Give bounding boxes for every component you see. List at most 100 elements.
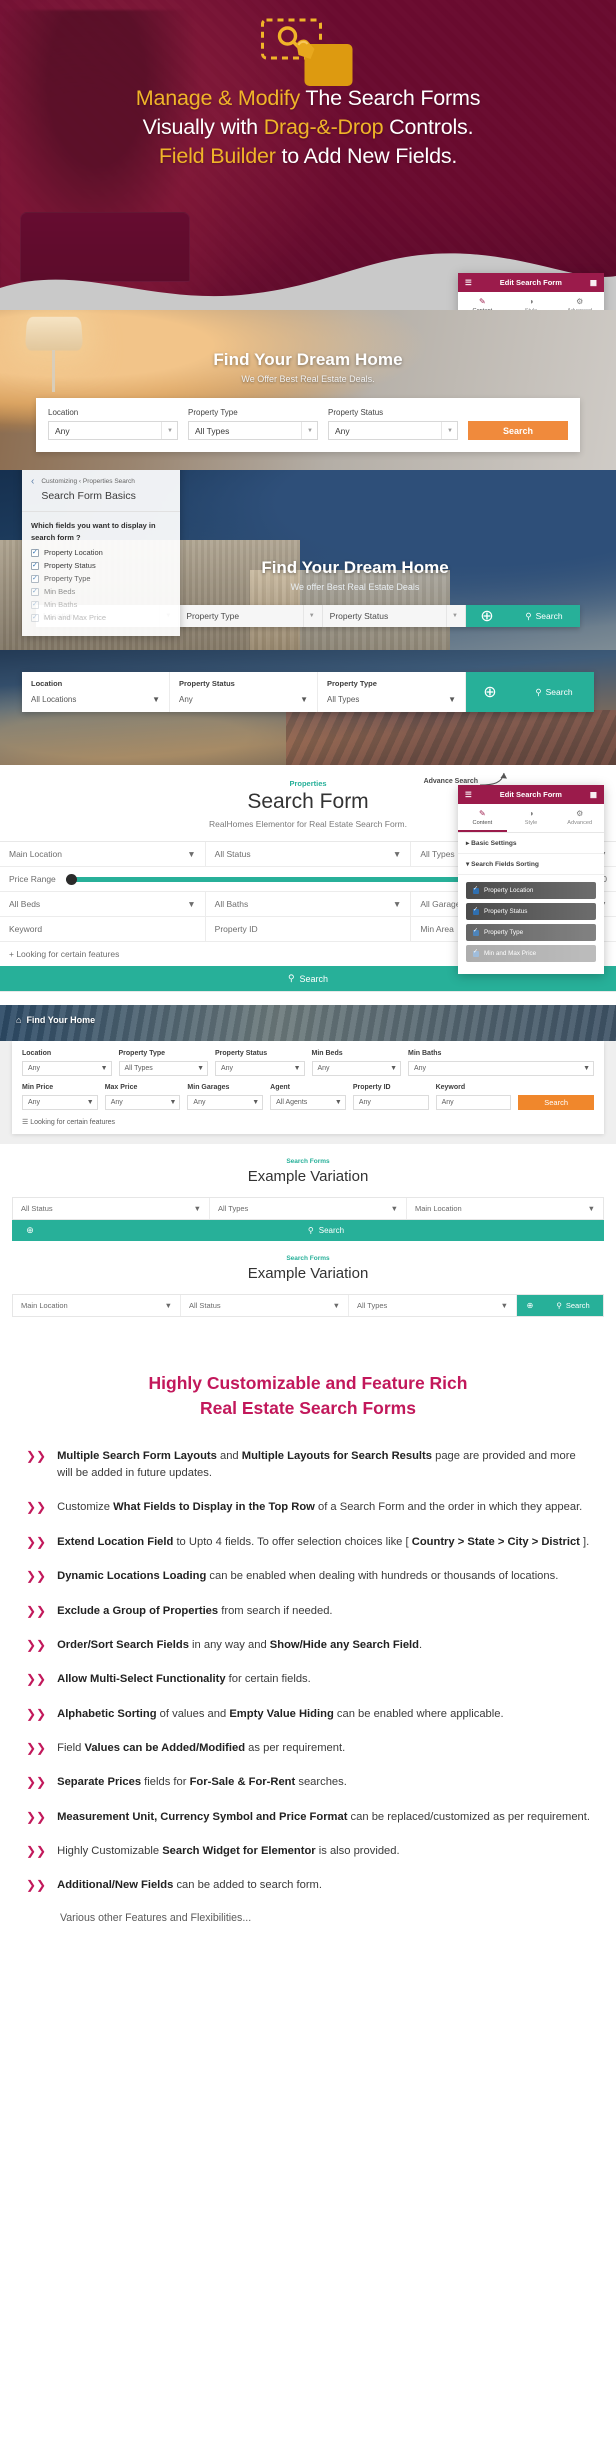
field-all-baths[interactable]: All Baths ▼: [206, 892, 412, 916]
sort-item-property-type[interactable]: Property Type: [466, 924, 596, 941]
ex1-field-all-status[interactable]: All Status ▼: [13, 1198, 210, 1219]
fyh-field-property-type[interactable]: Property Type All Types ▼: [118, 1050, 208, 1076]
field-property-status-select[interactable]: Any ▼: [328, 421, 458, 440]
fyh-field-property-type-select[interactable]: All Types ▼: [118, 1061, 208, 1076]
fyh-field-property-id-input[interactable]: Any: [352, 1095, 429, 1110]
fyh-field-min-garages[interactable]: Min Garages Any ▼: [187, 1084, 264, 1110]
sort-item-min-max-price[interactable]: Min and Max Price: [466, 945, 596, 962]
field-main-location[interactable]: Main Location ▼: [0, 842, 206, 866]
field-keyword[interactable]: Keyword: [0, 917, 206, 941]
fyh-field-max-price-select[interactable]: Any ▼: [104, 1095, 181, 1110]
tab-advanced-2[interactable]: ⚙ Advanced: [555, 804, 604, 832]
search-button-5[interactable]: Search: [518, 1095, 594, 1110]
elementor-panel-hero[interactable]: ☰ Edit Search Form ▦ ✎Content ◑Style ⚙Ad…: [458, 273, 604, 310]
fyh-field-location[interactable]: Location Any ▼: [22, 1050, 112, 1076]
ex1-field-main-location[interactable]: Main Location ▼: [407, 1198, 603, 1219]
search-button-7[interactable]: ⚲ Search: [543, 1295, 603, 1316]
fyh-field-keyword[interactable]: Keyword Any: [435, 1084, 512, 1110]
field-all-status[interactable]: All Status ▼: [206, 842, 412, 866]
field-property-status-2[interactable]: Property Status ▼: [323, 605, 466, 627]
fyh-field-min-baths[interactable]: Min Baths Any ▼: [408, 1050, 594, 1076]
grid-icon[interactable]: ▦: [590, 790, 597, 799]
search-plus-icon[interactable]: ⊕: [466, 672, 514, 712]
fyh-field-min-baths-select[interactable]: Any ▼: [408, 1061, 594, 1076]
fyh-features-toggle[interactable]: ☰ Looking for certain features: [22, 1118, 594, 1126]
field-property-status-3-select[interactable]: Any ▼: [179, 695, 308, 704]
checkbox-icon[interactable]: [31, 613, 39, 622]
search-button-2[interactable]: ⚲ Search: [507, 605, 580, 627]
checkbox-icon[interactable]: [473, 948, 479, 957]
field-property-type-2[interactable]: Property Type ▼: [179, 605, 323, 627]
search-plus-icon[interactable]: ⊕: [12, 1220, 48, 1241]
search-plus-icon[interactable]: ⊕: [465, 605, 508, 627]
fyh-field-min-price-select[interactable]: Any ▼: [22, 1095, 98, 1110]
tab-advanced[interactable]: ⚙Advanced: [555, 292, 604, 310]
hamburger-icon[interactable]: ☰: [465, 790, 472, 799]
wp-customizer-panel[interactable]: ✖ Published ‹ Customizing ‹ Properties S…: [22, 470, 180, 637]
teal-search-form[interactable]: Location All Locations ▼ Property Status …: [22, 672, 594, 712]
customizer-option-property-type[interactable]: Property Type: [31, 574, 171, 583]
checkbox-icon[interactable]: [31, 587, 39, 596]
fyh-field-location-select[interactable]: Any ▼: [22, 1061, 112, 1076]
example-1-fields[interactable]: All Status ▼ All Types ▼ Main Location ▼: [12, 1197, 604, 1220]
tab-content-2[interactable]: ✎ Content: [458, 804, 507, 832]
customizer-option-property-location[interactable]: Property Location: [31, 548, 171, 557]
fyh-field-max-price[interactable]: Max Price Any ▼: [104, 1084, 181, 1110]
customizer-option-min-baths[interactable]: Min Baths: [31, 600, 171, 609]
fyh-field-min-beds[interactable]: Min Beds Any ▼: [311, 1050, 401, 1076]
fyh-field-min-garages-select[interactable]: Any ▼: [187, 1095, 264, 1110]
ex1-field-all-types[interactable]: All Types ▼: [210, 1198, 407, 1219]
field-property-type-3[interactable]: Property Type All Types ▼: [318, 672, 466, 712]
field-property-status[interactable]: Property Status Any ▼: [328, 408, 458, 440]
sort-item-property-status[interactable]: Property Status: [466, 903, 596, 920]
tab-content[interactable]: ✎Content: [458, 292, 507, 310]
field-property-type[interactable]: Property Type All Types ▼: [188, 408, 318, 440]
fyh-field-property-id[interactable]: Property ID Any: [352, 1084, 429, 1110]
fyh-field-agent[interactable]: Agent All Agents ▼: [270, 1084, 346, 1110]
field-location-3[interactable]: Location All Locations ▼: [22, 672, 170, 712]
search-plus-icon[interactable]: ⊕: [517, 1295, 543, 1316]
hamburger-icon[interactable]: ☰: [465, 278, 472, 287]
fyh-field-min-beds-select[interactable]: Any ▼: [311, 1061, 401, 1076]
tab-style[interactable]: ◑Style: [507, 292, 556, 310]
customizer-option-min-max-price[interactable]: Min and Max Price: [31, 613, 171, 622]
ex2-field-main-location[interactable]: Main Location ▼: [13, 1295, 181, 1316]
find-your-home-form[interactable]: Location Any ▼ Property Type All Types ▼ Pro…: [12, 1041, 604, 1134]
checkbox-icon[interactable]: [31, 574, 39, 583]
fyh-field-keyword-input[interactable]: Any: [435, 1095, 512, 1110]
fyh-field-property-status-select[interactable]: Any ▼: [215, 1061, 305, 1076]
field-property-type-select[interactable]: All Types ▼: [188, 421, 318, 440]
elementor-panel-sorting[interactable]: ☰ Edit Search Form ▦ ✎ Content ◑ Style ⚙ Ad…: [458, 785, 604, 974]
checkbox-icon[interactable]: [31, 561, 39, 570]
field-location-select[interactable]: Any ▼: [48, 421, 178, 440]
dream-home-search-form-1[interactable]: Location Any ▼ Property Type All Types ▼ P…: [36, 398, 580, 452]
tab-style-2[interactable]: ◑ Style: [507, 804, 556, 832]
grid-icon[interactable]: ▦: [590, 278, 597, 287]
ex2-field-all-types[interactable]: All Types ▼: [349, 1295, 517, 1316]
checkbox-icon[interactable]: [31, 548, 39, 557]
fyh-field-min-price[interactable]: Min Price Any ▼: [22, 1084, 98, 1110]
field-all-beds[interactable]: All Beds ▼: [0, 892, 206, 916]
chevron-left-icon[interactable]: ‹: [31, 470, 34, 502]
checkbox-icon[interactable]: [31, 600, 39, 609]
sort-item-property-location[interactable]: Property Location: [466, 882, 596, 899]
slider-handle[interactable]: [65, 873, 77, 885]
field-location[interactable]: Location Any ▼: [48, 408, 178, 440]
section-basic-settings-2[interactable]: ▸ Basic Settings: [458, 833, 604, 854]
example-1-search-row[interactable]: ⊕ ⚲ Search: [12, 1220, 604, 1241]
sortable-field-list[interactable]: Property Location Property Status Proper…: [458, 875, 604, 974]
ex2-field-all-status[interactable]: All Status ▼: [181, 1295, 349, 1316]
example-2-fields[interactable]: Main Location ▼ All Status ▼ All Types ▼ ⊕ …: [12, 1294, 604, 1317]
checkbox-icon[interactable]: [473, 885, 479, 894]
field-property-status-3[interactable]: Property Status Any ▼: [170, 672, 318, 712]
field-property-type-3-select[interactable]: All Types ▼: [327, 695, 456, 704]
field-location-3-select[interactable]: All Locations ▼: [31, 695, 160, 704]
customizer-option-property-status[interactable]: Property Status: [31, 561, 171, 570]
customizer-option-min-beds[interactable]: Min Beds: [31, 587, 171, 596]
search-button-3[interactable]: ⚲ Search: [514, 672, 594, 712]
field-property-id[interactable]: Property ID: [206, 917, 412, 941]
search-button-1[interactable]: Search: [468, 421, 568, 440]
section-search-fields-sorting[interactable]: ▾ Search Fields Sorting: [458, 854, 604, 875]
fyh-field-property-status[interactable]: Property Status Any ▼: [215, 1050, 305, 1076]
search-button-6[interactable]: ⚲ Search: [48, 1220, 604, 1241]
